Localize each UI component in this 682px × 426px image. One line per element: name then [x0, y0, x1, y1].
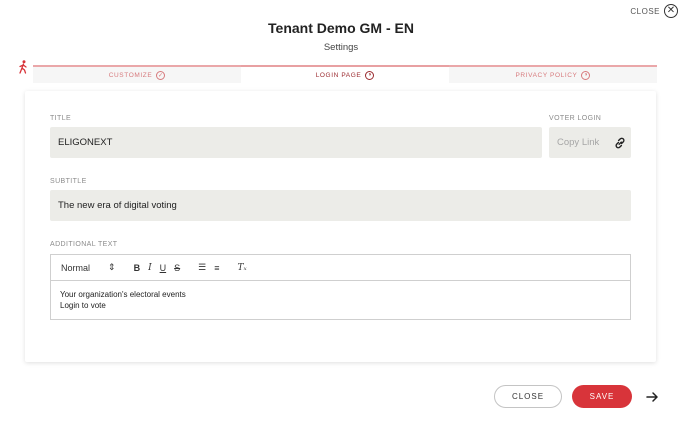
title-input[interactable]: ELIGONEXT	[50, 127, 542, 158]
bold-icon[interactable]: B	[134, 263, 141, 273]
tab-privacy-policy-label: PRIVACY POLICY	[515, 71, 578, 79]
italic-icon[interactable]: I	[148, 263, 152, 273]
top-close-label: CLOSE	[630, 6, 660, 16]
copy-link-placeholder: Copy Link	[557, 137, 600, 148]
subtitle-input[interactable]: The new era of digital voting	[50, 190, 631, 221]
close-icon[interactable]: ✕	[664, 4, 678, 18]
tab-login-page-label: LOGIN PAGE	[315, 71, 362, 79]
subtitle-label: SUBTITLE	[50, 178, 87, 185]
tab-login-page[interactable]: LOGIN PAGE ◑	[241, 65, 449, 83]
settings-page: CLOSE ✕ Tenant Demo GM - EN Settings CUS…	[0, 0, 682, 426]
title-label: TITLE	[50, 115, 72, 122]
tab-privacy-policy[interactable]: PRIVACY POLICY ◑	[449, 65, 657, 83]
sort-arrows-icon: ⇕	[108, 262, 116, 272]
bullet-list-icon[interactable]: ≡	[214, 263, 219, 273]
editor-line: Your organization's electoral events	[60, 290, 186, 299]
login-page-form: TITLE ELIGONEXT VOTER LOGIN Copy Link SU…	[25, 91, 656, 362]
copy-link-field[interactable]: Copy Link	[549, 127, 631, 158]
link-icon[interactable]	[613, 136, 627, 150]
page-title: Tenant Demo GM - EN	[268, 20, 414, 36]
clear-format-icon[interactable]: Tₓ	[237, 263, 246, 273]
top-close-button[interactable]: CLOSE ✕	[630, 4, 678, 18]
arrow-right-icon[interactable]	[645, 390, 659, 404]
page-subtitle: Settings	[323, 42, 359, 53]
save-button[interactable]: SAVE	[572, 385, 632, 408]
half-circle-icon: ◑	[581, 70, 591, 80]
underline-icon[interactable]: U	[160, 263, 167, 273]
strikethrough-icon[interactable]: S	[174, 263, 180, 273]
voter-login-label: VOTER LOGIN	[549, 115, 602, 122]
check-circle-icon: ✓	[156, 70, 166, 80]
settings-tabs: CUSTOMIZE ✓ LOGIN PAGE ◑ PRIVACY POLICY …	[33, 65, 657, 83]
close-button[interactable]: CLOSE	[494, 385, 562, 408]
half-circle-icon: ◑	[365, 70, 375, 80]
editor-toolbar: Normal ⇕ B I U S ☰ ≡ Tₓ	[51, 255, 630, 281]
page-header: Tenant Demo GM - EN Settings	[0, 20, 682, 53]
tab-customize[interactable]: CUSTOMIZE ✓	[33, 65, 241, 83]
additional-text-label: ADDITIONAL TEXT	[50, 241, 118, 248]
format-select[interactable]: Normal ⇕	[61, 262, 116, 273]
ordered-list-icon[interactable]: ☰	[198, 262, 206, 273]
format-select-value: Normal	[61, 262, 91, 273]
walking-person-icon	[19, 60, 27, 74]
editor-content[interactable]: Your organization's electoral events Log…	[51, 281, 630, 319]
rich-text-editor: Normal ⇕ B I U S ☰ ≡ Tₓ Your organizatio…	[50, 254, 631, 320]
tab-customize-label: CUSTOMIZE	[108, 71, 153, 79]
editor-line: Login to vote	[60, 301, 106, 310]
